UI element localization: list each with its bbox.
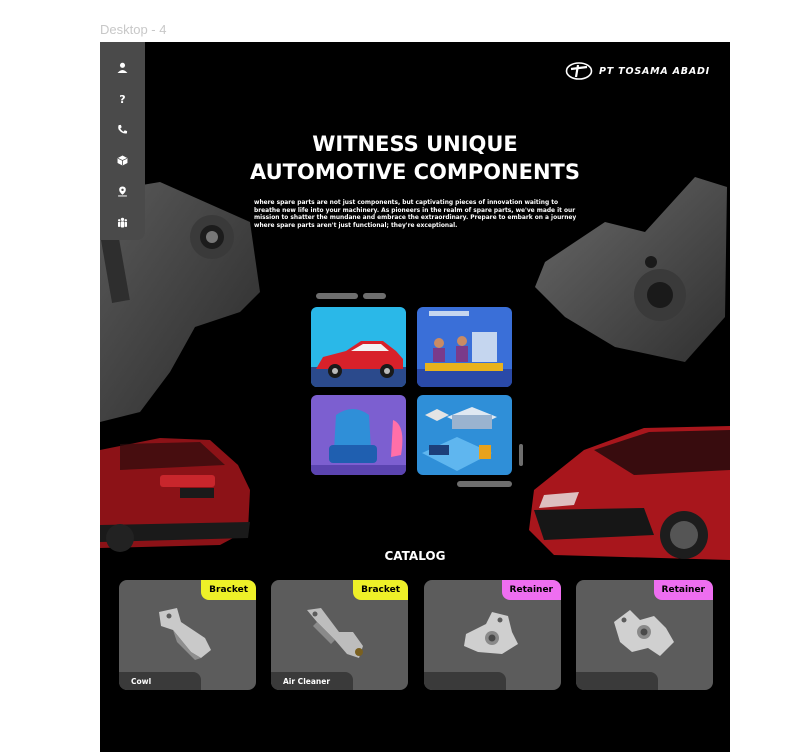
catalog-card[interactable]: Bracket Cowl: [119, 580, 256, 690]
product-name: [576, 672, 658, 690]
category-badge: Bracket: [353, 580, 408, 600]
question-icon: ?: [119, 93, 125, 104]
category-badge: Retainer: [501, 580, 561, 600]
brand-logo[interactable]: PT TOSAMA ABADI: [565, 62, 710, 80]
product-name: Air Cleaner: [271, 672, 353, 690]
gallery-indicator-3[interactable]: [457, 481, 512, 487]
hero-description: where spare parts are not just component…: [254, 200, 577, 230]
retainer-image: [464, 612, 518, 654]
bracket-air-cleaner-image: [307, 608, 363, 658]
hero-title-line-2: AUTOMOTIVE COMPONENTS: [250, 160, 580, 184]
gallery-tile-car[interactable]: [311, 307, 406, 387]
gallery-tile-seat[interactable]: [311, 395, 406, 475]
gallery-tile-workers[interactable]: [417, 307, 512, 387]
catalog-card[interactable]: Retainer: [576, 580, 713, 690]
bracket-cowl-image: [159, 608, 211, 660]
car-illustration: [311, 341, 406, 387]
tosama-logo-icon: [565, 62, 593, 80]
hero-title: WITNESS UNIQUE AUTOMOTIVE COMPONENTS: [100, 130, 730, 186]
page-canvas: ? PT TOSAMA ABADI WITNESS UNIQUE AUTOMOT…: [100, 42, 730, 752]
product-name: [424, 672, 506, 690]
sidebar-item-profile[interactable]: [100, 52, 145, 83]
retainer-image: [614, 610, 674, 656]
category-badge: Retainer: [653, 580, 713, 600]
hero-title-line-1: WITNESS UNIQUE: [312, 132, 518, 156]
metal-bracket-right-image: [535, 177, 727, 362]
factory-illustration: [422, 407, 497, 471]
assembly-line-illustration: [417, 311, 512, 387]
gallery-indicator-1[interactable]: [316, 293, 358, 299]
sidebar-item-help[interactable]: ?: [100, 83, 145, 114]
svg-text:?: ?: [119, 93, 125, 104]
location-icon: [118, 186, 127, 197]
team-icon: [117, 217, 128, 228]
brand-name: PT TOSAMA ABADI: [599, 65, 710, 77]
category-badge: Bracket: [201, 580, 256, 600]
product-name: Cowl: [119, 672, 201, 690]
catalog-card[interactable]: Retainer: [424, 580, 561, 690]
gallery-indicator-2[interactable]: [363, 293, 386, 299]
sidebar-item-team[interactable]: [100, 207, 145, 238]
catalog-card[interactable]: Bracket Air Cleaner: [271, 580, 408, 690]
car-seat-illustration: [311, 409, 406, 475]
frame-label: Desktop - 4: [100, 22, 167, 37]
red-car-left-image: [100, 438, 250, 552]
gallery-tile-factory[interactable]: [417, 395, 512, 475]
user-icon: [117, 62, 128, 73]
gallery-indicator-vertical[interactable]: [519, 444, 523, 466]
catalog-title: CATALOG: [384, 549, 446, 563]
